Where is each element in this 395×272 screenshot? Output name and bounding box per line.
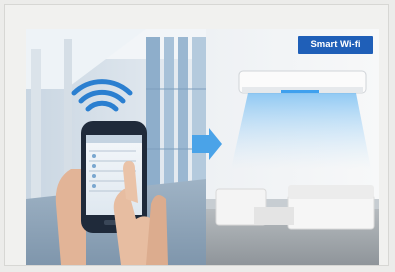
- scene-illustration: [26, 29, 379, 265]
- image-frame: Smart Wi-fi: [4, 4, 389, 266]
- smartphone: [81, 121, 147, 233]
- smart-wifi-badge: Smart Wi-fi: [298, 36, 373, 54]
- promo-photo: Smart Wi-fi: [26, 29, 379, 265]
